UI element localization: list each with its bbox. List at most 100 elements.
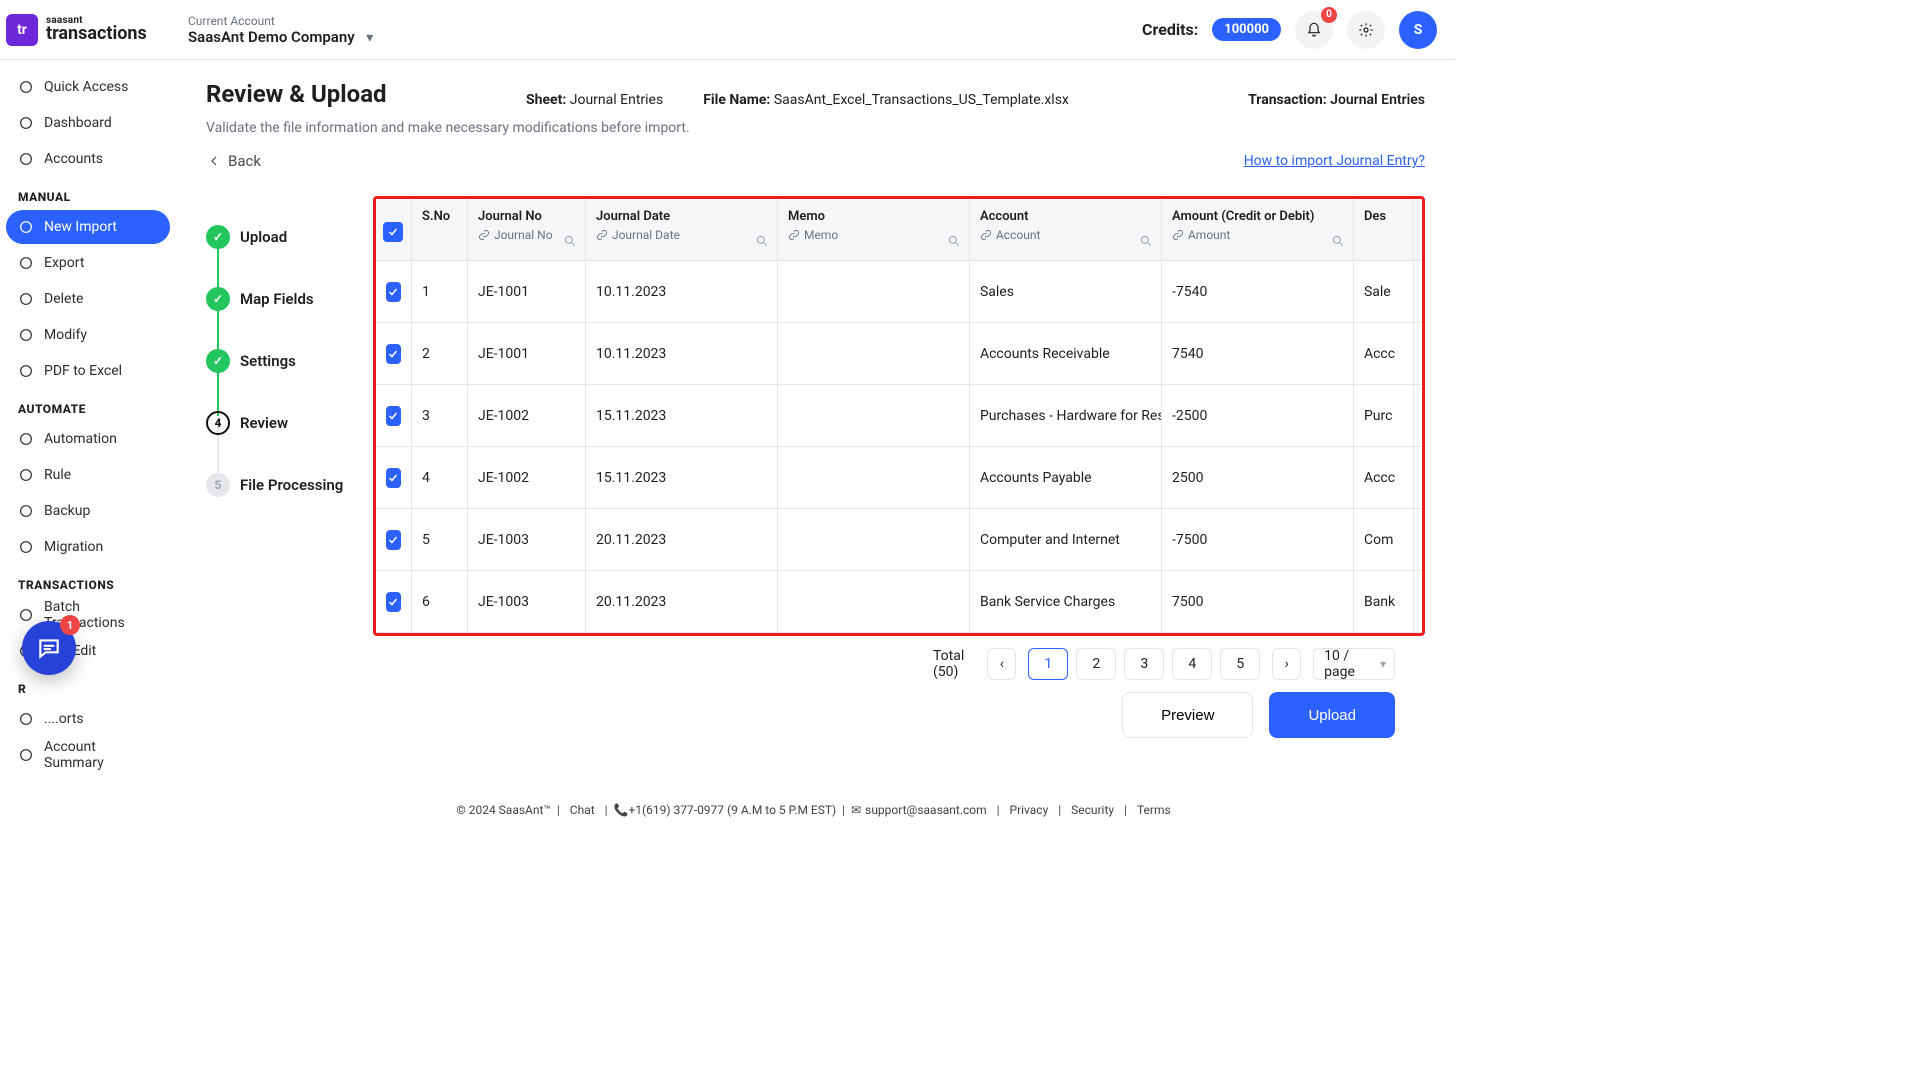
table-row[interactable]: 1JE-100110.11.2023Sales-7540Sale <box>376 261 1422 323</box>
col-jno[interactable]: Journal NoJournal No <box>468 199 586 260</box>
cell-desc: Purc <box>1354 385 1414 446</box>
pager-prev[interactable]: ‹ <box>987 648 1016 680</box>
page-size-select[interactable]: 10 / page <box>1313 648 1395 680</box>
preview-button[interactable]: Preview <box>1122 692 1253 738</box>
credits-label: Credits: <box>1142 20 1198 39</box>
search-icon[interactable] <box>755 234 769 252</box>
checkbox-icon <box>386 282 401 302</box>
checkbox-icon <box>386 406 401 426</box>
trash-icon <box>18 291 34 307</box>
footer-link-terms[interactable]: Terms <box>1137 803 1171 817</box>
pager-next[interactable]: › <box>1272 648 1301 680</box>
chat-badge: 1 <box>60 615 80 635</box>
page-2[interactable]: 2 <box>1076 648 1116 680</box>
page-1[interactable]: 1 <box>1028 648 1068 680</box>
row-checkbox[interactable] <box>376 509 412 570</box>
row-checkbox[interactable] <box>376 571 412 632</box>
col-acct[interactable]: AccountAccount <box>970 199 1162 260</box>
settings-button[interactable] <box>1347 11 1385 49</box>
sidebar-item-dashboard[interactable]: Dashboard <box>6 106 170 140</box>
row-checkbox[interactable] <box>376 261 412 322</box>
col-label: Account <box>980 209 1151 224</box>
sidebar-item-modify[interactable]: Modify <box>6 318 170 352</box>
cell-amt: -2500 <box>1162 385 1354 446</box>
sidebar-section-header: AUTOMATE <box>6 390 170 422</box>
upload-button[interactable]: Upload <box>1269 692 1395 738</box>
sidebar-item-quick-access[interactable]: Quick Access <box>6 70 170 104</box>
cell-jdate: 20.11.2023 <box>586 509 778 570</box>
phone-icon: 📞 <box>614 803 629 817</box>
sidebar-item-label: Account Summary <box>44 739 158 771</box>
cell-jno: JE-1001 <box>468 261 586 322</box>
table-body: 1JE-100110.11.2023Sales-7540Sale2JE-1001… <box>376 261 1422 633</box>
sidebar-item-automation[interactable]: Automation <box>6 422 170 456</box>
cell-acct: Purchases - Hardware for Resa <box>970 385 1162 446</box>
user-avatar[interactable]: S <box>1399 11 1437 49</box>
table-row[interactable]: 5JE-100320.11.2023Computer and Internet-… <box>376 509 1422 571</box>
sidebar-item-delete[interactable]: Delete <box>6 282 170 316</box>
sidebar-item-label: Export <box>44 255 84 271</box>
brand-logo[interactable]: tr saasant transactions <box>6 14 176 46</box>
col-jdate[interactable]: Journal DateJournal Date <box>586 199 778 260</box>
sidebar-item-accounts[interactable]: Accounts <box>6 142 170 176</box>
sidebar-item-backup[interactable]: Backup <box>6 494 170 528</box>
cell-acct: Sales <box>970 261 1162 322</box>
sidebar-item-rule[interactable]: Rule <box>6 458 170 492</box>
footer-phone: +1(619) 377-0977 (9 A.M to 5 P.M EST) <box>628 803 836 817</box>
sidebar-item-pdf-to-excel[interactable]: PDF to Excel <box>6 354 170 388</box>
footer-link-privacy[interactable]: Privacy <box>1010 803 1049 817</box>
col-amt[interactable]: Amount (Credit or Debit)Amount <box>1162 199 1354 260</box>
col-mapping: Journal No <box>478 228 575 242</box>
cell-desc: Sale <box>1354 261 1414 322</box>
mail-icon: ✉ <box>851 803 861 817</box>
table-header: S.NoJournal NoJournal NoJournal DateJour… <box>376 199 1422 261</box>
col-sno[interactable]: S.No <box>412 199 468 260</box>
cell-sno: 5 <box>412 509 468 570</box>
col-desc[interactable]: Des <box>1354 199 1414 260</box>
chat-fab[interactable]: 1 <box>22 621 76 675</box>
cell-acct: Accounts Payable <box>970 447 1162 508</box>
cell-desc: Accc <box>1354 447 1414 508</box>
cell-desc: Accc <box>1354 323 1414 384</box>
search-icon[interactable] <box>1331 234 1345 252</box>
table-row[interactable]: 2JE-100110.11.2023Accounts Receivable754… <box>376 323 1422 385</box>
sidebar-item-new-import[interactable]: New Import <box>6 210 170 244</box>
sidebar-item-account-summary[interactable]: Account Summary <box>6 738 170 772</box>
page-5[interactable]: 5 <box>1220 648 1260 680</box>
cell-desc: Bank <box>1354 571 1414 632</box>
sidebar-item--orts[interactable]: ....orts <box>6 702 170 736</box>
search-icon[interactable] <box>563 234 577 252</box>
table-row[interactable]: 4JE-100215.11.2023Accounts Payable2500Ac… <box>376 447 1422 509</box>
sidebar-section-header: R <box>6 670 170 702</box>
sidebar-item-migration[interactable]: Migration <box>6 530 170 564</box>
select-all-checkbox[interactable] <box>376 199 412 260</box>
credits-badge[interactable]: 100000 <box>1212 18 1281 41</box>
table-row[interactable]: 6JE-100320.11.2023Bank Service Charges75… <box>376 571 1422 633</box>
row-checkbox[interactable] <box>376 385 412 446</box>
footer-chat[interactable]: Chat <box>570 803 595 817</box>
step-upload: ✓Upload <box>206 206 369 268</box>
page-3[interactable]: 3 <box>1124 648 1164 680</box>
cell-sno: 6 <box>412 571 468 632</box>
step-file-processing: 5File Processing <box>206 454 369 516</box>
howto-link[interactable]: How to import Journal Entry? <box>1244 153 1425 169</box>
back-button[interactable]: Back <box>206 152 261 170</box>
cell-amt: 7540 <box>1162 323 1354 384</box>
page-4[interactable]: 4 <box>1172 648 1212 680</box>
cell-sno: 2 <box>412 323 468 384</box>
row-checkbox[interactable] <box>376 323 412 384</box>
footer-link-security[interactable]: Security <box>1071 803 1114 817</box>
footer-email[interactable]: support@saasant.com <box>865 803 987 817</box>
col-memo[interactable]: MemoMemo <box>778 199 970 260</box>
search-icon[interactable] <box>947 234 961 252</box>
account-switcher[interactable]: Current Account SaasAnt Demo Company ▾ <box>188 14 373 46</box>
cell-jdate: 15.11.2023 <box>586 385 778 446</box>
sidebar-item-export[interactable]: Export <box>6 246 170 280</box>
notifications-button[interactable]: 0 <box>1295 11 1333 49</box>
notif-badge: 0 <box>1321 7 1337 23</box>
table-row[interactable]: 3JE-100215.11.2023Purchases - Hardware f… <box>376 385 1422 447</box>
sheet-meta: Sheet: Journal Entries <box>526 92 663 108</box>
row-checkbox[interactable] <box>376 447 412 508</box>
cell-acct: Accounts Receivable <box>970 323 1162 384</box>
search-icon[interactable] <box>1139 234 1153 252</box>
